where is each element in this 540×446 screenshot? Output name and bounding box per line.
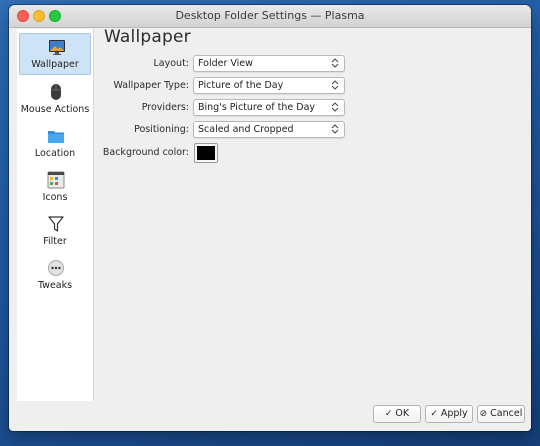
layout-combo[interactable]: Folder View	[193, 55, 345, 72]
chevron-updown-icon	[331, 58, 339, 68]
color-swatch	[197, 146, 215, 160]
sidebar-item-icons[interactable]: Icons	[19, 167, 91, 209]
sidebar-item-label: Filter	[43, 236, 67, 247]
providers-combo[interactable]: Bing's Picture of the Day	[193, 99, 345, 116]
checkmark-icon: ✓	[430, 409, 438, 419]
layout-label: Layout:	[153, 58, 190, 69]
tweaks-icon	[47, 259, 65, 277]
positioning-value: Scaled and Cropped	[198, 124, 294, 135]
positioning-label: Positioning:	[134, 124, 189, 135]
positioning-combo[interactable]: Scaled and Cropped	[193, 121, 345, 138]
wallpaper-type-label: Wallpaper Type:	[113, 80, 189, 91]
icons-grid-icon	[47, 171, 65, 189]
cancel-icon: ⊘	[479, 409, 488, 419]
window-title: Desktop Folder Settings — Plasma	[175, 9, 365, 22]
background-color-label: Background color:	[102, 147, 189, 158]
apply-label: Apply	[440, 408, 468, 419]
cancel-button[interactable]: ⊘ Cancel	[477, 405, 525, 423]
providers-value: Bing's Picture of the Day	[198, 102, 316, 113]
sidebar-item-filter[interactable]: Filter	[19, 211, 91, 253]
wallpaper-type-value: Picture of the Day	[198, 80, 284, 91]
sidebar-item-label: Icons	[42, 192, 68, 203]
cancel-label: Cancel	[490, 408, 523, 419]
settings-window: Desktop Folder Settings — Plasma Wallpap…	[9, 5, 531, 431]
page-title: Wallpaper	[104, 27, 191, 47]
ok-button[interactable]: ✓ OK	[373, 405, 421, 423]
chevron-updown-icon	[331, 80, 339, 90]
chevron-updown-icon	[331, 102, 339, 112]
chevron-updown-icon	[331, 124, 339, 134]
wallpaper-type-combo[interactable]: Picture of the Day	[193, 77, 345, 94]
title-bar[interactable]: Desktop Folder Settings — Plasma	[9, 5, 531, 28]
ok-label: OK	[395, 408, 410, 419]
sidebar-item-label: Tweaks	[37, 280, 73, 291]
providers-label: Providers:	[141, 102, 189, 113]
filter-icon	[47, 215, 65, 233]
layout-value: Folder View	[198, 58, 253, 69]
background-color-button[interactable]	[194, 143, 218, 163]
checkmark-icon: ✓	[384, 409, 393, 419]
sidebar-item-tweaks[interactable]: Tweaks	[19, 255, 91, 297]
apply-button[interactable]: ✓ Apply	[425, 405, 473, 423]
wallpaper-icon	[48, 38, 66, 56]
